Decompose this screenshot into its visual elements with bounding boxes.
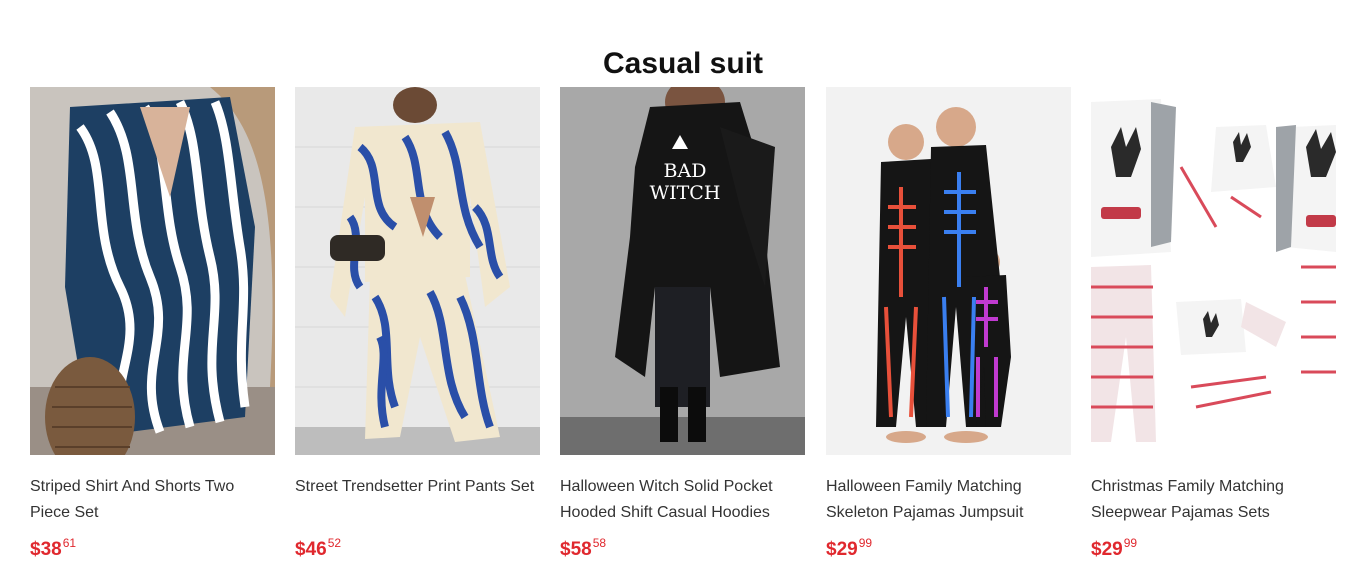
product-price: $3861 [30, 536, 76, 561]
product-price: $5858 [560, 536, 606, 561]
price-decimal: 52 [327, 536, 342, 550]
product-name[interactable]: Halloween Family Matching Skeleton Pajam… [826, 474, 1071, 526]
product-name[interactable]: Halloween Witch Solid Pocket Hooded Shif… [560, 474, 805, 526]
product-card[interactable]: Striped Shirt And Shorts Two Piece Set $… [30, 87, 275, 567]
price-integer: 29 [836, 539, 858, 560]
product-card[interactable]: Halloween Family Matching Skeleton Pajam… [826, 87, 1071, 567]
product-image[interactable] [295, 87, 540, 455]
price-decimal: 58 [592, 536, 607, 550]
price-decimal: 99 [858, 536, 873, 550]
price-integer: 38 [40, 539, 62, 560]
price-currency: $ [295, 539, 306, 560]
christmas-reindeer-pajamas-photo [1091, 87, 1336, 455]
product-name[interactable]: Street Trendsetter Print Pants Set [295, 474, 540, 500]
product-price: $4652 [295, 536, 341, 561]
price-decimal: 99 [1123, 536, 1138, 550]
product-image[interactable]: BAD WITCH [560, 87, 805, 455]
price-currency: $ [30, 539, 41, 560]
price-integer: 29 [1101, 539, 1123, 560]
skeleton-family-pajamas-photo [826, 87, 1071, 455]
price-integer: 58 [570, 539, 592, 560]
price-decimal: 61 [62, 536, 77, 550]
section-title: Casual suit [602, 46, 764, 80]
zebra-print-pants-set-photo [295, 87, 540, 455]
product-image[interactable] [1091, 87, 1336, 455]
hoodie-print-line1: BAD [664, 160, 707, 182]
product-card[interactable]: Street Trendsetter Print Pants Set $4652 [295, 87, 540, 567]
product-price: $2999 [1091, 536, 1137, 561]
price-currency: $ [826, 539, 837, 560]
product-image[interactable] [826, 87, 1071, 455]
price-currency: $ [1091, 539, 1102, 560]
product-price: $2999 [826, 536, 872, 561]
product-grid: Striped Shirt And Shorts Two Piece Set $… [30, 87, 1336, 567]
hoodie-print-line2: WITCH [650, 182, 721, 204]
product-image[interactable] [30, 87, 275, 455]
product-name[interactable]: Christmas Family Matching Sleepwear Paja… [1091, 474, 1336, 526]
product-card[interactable]: Christmas Family Matching Sleepwear Paja… [1091, 87, 1336, 567]
striped-shirt-shorts-photo [30, 87, 275, 455]
product-card[interactable]: BAD WITCH Halloween Witch Solid Pocket H… [560, 87, 805, 567]
product-name[interactable]: Striped Shirt And Shorts Two Piece Set [30, 474, 275, 526]
bad-witch-hoodie-photo: BAD WITCH [560, 87, 805, 455]
price-currency: $ [560, 539, 571, 560]
price-integer: 46 [305, 539, 327, 560]
